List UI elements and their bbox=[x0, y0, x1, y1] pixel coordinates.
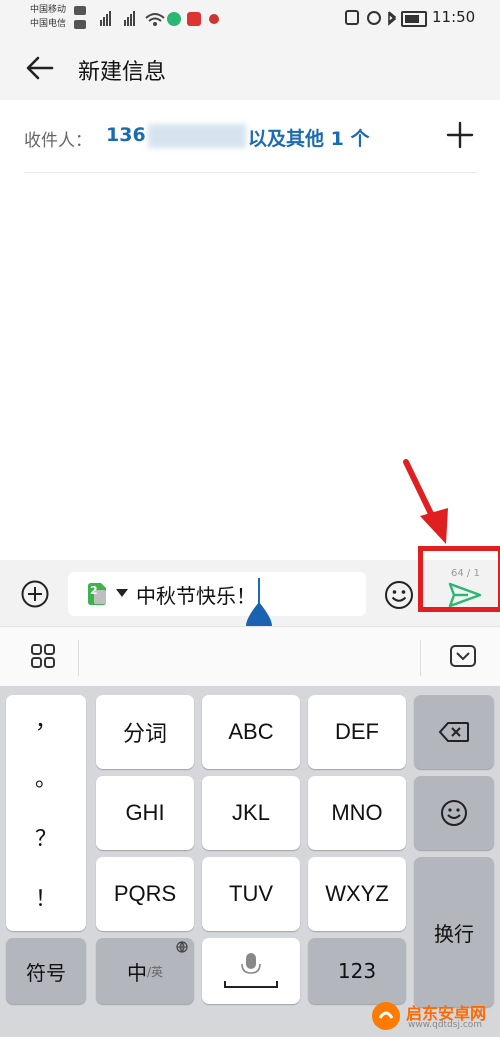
dropdown-icon[interactable] bbox=[115, 588, 129, 598]
punct-comma[interactable]: ， bbox=[6, 703, 86, 735]
carrier-2: 中国电信 bbox=[30, 19, 67, 29]
back-arrow-icon[interactable] bbox=[24, 52, 56, 84]
key-label: DEF bbox=[335, 719, 379, 744]
attach-plus-icon[interactable] bbox=[20, 579, 50, 609]
page-title: 新建信息 bbox=[78, 60, 167, 85]
recipient-divider bbox=[24, 172, 476, 173]
key-label: MNO bbox=[331, 800, 383, 825]
punct-period[interactable]: 。 bbox=[6, 761, 86, 793]
key-def[interactable]: DEF bbox=[308, 695, 406, 769]
key-abc[interactable]: ABC bbox=[202, 695, 300, 769]
add-recipient-icon[interactable] bbox=[445, 120, 475, 150]
key-sublabel: /英 bbox=[146, 964, 164, 979]
keyboard-toolbar bbox=[0, 626, 500, 687]
wifi-icon bbox=[145, 13, 165, 19]
symbol-key[interactable]: 符号 bbox=[6, 938, 86, 1004]
emoji-icon bbox=[441, 800, 467, 826]
recipient-number-blur bbox=[148, 124, 246, 148]
huawei-icon bbox=[209, 14, 219, 24]
recipient-more[interactable]: 以及其他 1 个 bbox=[248, 124, 369, 151]
key-label: TUV bbox=[229, 881, 273, 906]
key-label: 123 bbox=[337, 959, 377, 983]
grid-menu-icon[interactable] bbox=[30, 643, 56, 669]
title-bar bbox=[0, 36, 500, 100]
key-ghi[interactable]: GHI bbox=[96, 776, 194, 850]
recipient-number[interactable]: 136 bbox=[106, 124, 146, 146]
emoji-icon[interactable] bbox=[383, 579, 415, 611]
status-icons-left bbox=[100, 11, 219, 26]
message-text: 中秋节快乐！ bbox=[136, 584, 256, 608]
enter-key[interactable]: 换行 bbox=[414, 857, 494, 1007]
backspace-key[interactable] bbox=[414, 695, 494, 769]
emoji-key[interactable] bbox=[414, 776, 494, 850]
key-pqrs[interactable]: PQRS bbox=[96, 857, 194, 931]
key-label: GHI bbox=[125, 800, 165, 825]
microphone-icon bbox=[224, 953, 278, 988]
signal-icon bbox=[100, 11, 135, 26]
hide-keyboard-icon[interactable] bbox=[449, 644, 477, 668]
watermark-logo-icon bbox=[372, 1002, 400, 1030]
watermark-url: www.qdtdsj.com bbox=[408, 1020, 483, 1030]
key-jkl[interactable]: JKL bbox=[202, 776, 300, 850]
key-label: WXYZ bbox=[325, 881, 389, 906]
punct-question[interactable]: ？ bbox=[6, 821, 86, 853]
key-mno[interactable]: MNO bbox=[308, 776, 406, 850]
key-label: 中 bbox=[126, 960, 147, 985]
carrier-1: 中国移动 bbox=[30, 5, 67, 15]
watermark: 启东安卓网 www.qdtdsj.com bbox=[370, 998, 498, 1034]
hd-badge-2 bbox=[74, 20, 86, 29]
punct-exclaim[interactable]: ！ bbox=[6, 881, 86, 913]
key-label: 换行 bbox=[434, 921, 474, 946]
key-label: 分词 bbox=[122, 721, 167, 746]
annotation-arrow-icon bbox=[403, 459, 448, 544]
space-key[interactable] bbox=[202, 938, 300, 1004]
key-label: PQRS bbox=[113, 881, 177, 906]
nfc-icon bbox=[345, 10, 359, 25]
toolbar-divider bbox=[78, 640, 79, 676]
send-highlight-box bbox=[418, 546, 500, 612]
toolbar-divider bbox=[420, 640, 421, 676]
app-icon bbox=[187, 12, 201, 26]
key-label: JKL bbox=[232, 800, 270, 825]
status-icons-right bbox=[345, 10, 397, 26]
number-key[interactable]: 123 bbox=[308, 938, 406, 1004]
key-tuv[interactable]: TUV bbox=[202, 857, 300, 931]
punctuation-column[interactable]: ， 。 ？ ！ bbox=[6, 695, 86, 931]
battery-icon bbox=[401, 11, 427, 27]
bluetooth-icon bbox=[388, 11, 397, 26]
sim-badge: 2 bbox=[90, 584, 98, 597]
hd-badge-1 bbox=[74, 6, 86, 15]
language-key[interactable]: 中/英 bbox=[96, 938, 194, 1004]
backspace-icon bbox=[438, 722, 469, 742]
app-icon bbox=[167, 12, 181, 26]
alarm-icon bbox=[367, 11, 381, 25]
key-wxyz[interactable]: WXYZ bbox=[308, 857, 406, 931]
clock: 11:50 bbox=[432, 8, 476, 26]
key-label: 符号 bbox=[26, 960, 66, 985]
globe-icon bbox=[176, 941, 188, 953]
key-fenci[interactable]: 分词 bbox=[96, 695, 194, 769]
key-label: ABC bbox=[228, 719, 274, 744]
recipient-label: 收件人： bbox=[24, 131, 92, 151]
